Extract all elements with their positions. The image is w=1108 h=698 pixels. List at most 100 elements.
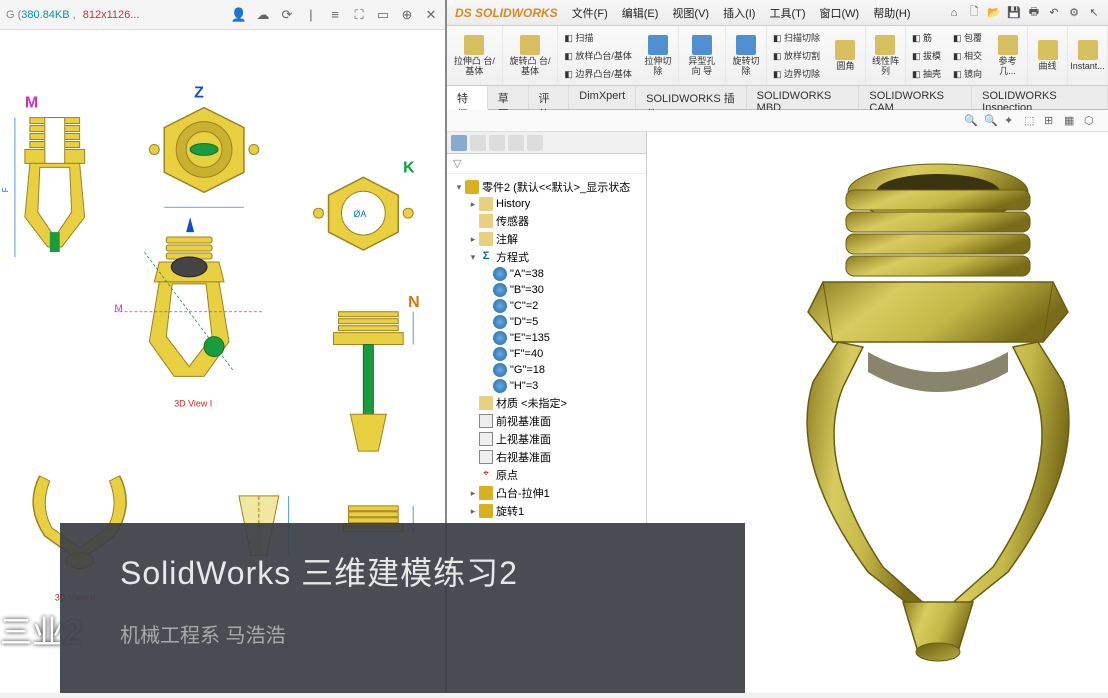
ft-tab-dim-icon[interactable] [508,135,524,151]
ft-tab-property-icon[interactable] [470,135,486,151]
tree-root-part[interactable]: ▾零件2 (默认<<默认>_显示状态 [449,178,644,196]
menu-item[interactable]: 窗口(W) [814,2,866,24]
ribbon-small-button[interactable]: ◧ 边界切除 [771,66,822,81]
command-tab[interactable]: DimXpert [569,86,636,109]
label-m: M [25,95,38,112]
tree-item[interactable]: 传感器 [449,212,644,230]
tree-item[interactable]: ⌖原点 [449,466,644,484]
svg-text:F: F [1,187,10,192]
overlay-title: SolidWorks 三维建模练习2 [120,548,705,594]
svg-text:3D View I: 3D View I [174,398,212,408]
command-tab[interactable]: SOLIDWORKS 插件 [636,86,747,109]
ft-tab-config-icon[interactable] [489,135,505,151]
ft-tab-display-icon[interactable] [527,135,543,151]
fillet-button[interactable]: 圆角 [826,26,866,85]
label-z: Z [194,85,204,102]
command-tab[interactable]: SOLIDWORKS Inspection [972,86,1108,109]
sprinkler-model [708,162,1088,662]
view-icon[interactable]: ▦ [1064,114,1078,128]
command-tab[interactable]: 草图 [488,86,529,109]
view-icon[interactable]: ⊞ [1044,114,1058,128]
ribbon-small-button[interactable]: ◧ 边界凸台/基体 [562,66,634,81]
open-icon[interactable]: 📂 [986,5,1002,21]
tree-item[interactable]: 前视基准面 [449,412,644,430]
linear-pattern-button[interactable]: 线性阵列 [866,26,906,85]
view-icon[interactable]: ⬚ [1024,114,1038,128]
revolve-boss-button[interactable]: 旋转凸 台/基体 [503,26,559,85]
tree-item[interactable]: "E"=135 [449,330,644,346]
ref-geometry-button[interactable]: 参考几... [988,26,1028,85]
sync-icon[interactable]: ⟳ [279,7,295,23]
ribbon-small-button[interactable]: ◧ 抽壳 [910,66,943,81]
menu-item[interactable]: 视图(V) [666,2,715,24]
tree-item[interactable]: "F"=40 [449,346,644,362]
tree-item[interactable]: ▸History [449,196,644,212]
ribbon-small-button[interactable]: ◧ 镜向 [951,66,984,81]
list-icon[interactable]: ≡ [327,7,343,23]
ribbon-small-button[interactable]: ◧ 放样切割 [771,48,822,63]
tree-item[interactable]: "H"=3 [449,378,644,394]
view-icon[interactable]: ✦ [1004,114,1018,128]
menu-bar: 文件(F)编辑(E)视图(V)插入(I)工具(T)窗口(W)帮助(H) [566,2,917,24]
command-tab[interactable]: 特征 [447,86,488,110]
save-icon[interactable]: 💾 [1006,5,1022,21]
user-icon[interactable]: 👤 [231,7,247,23]
command-tab[interactable]: SOLIDWORKS CAM [859,86,972,109]
svg-text:ØA: ØA [353,209,366,219]
options-icon[interactable]: ⚙ [1066,5,1082,21]
tree-item[interactable]: ▸旋转1 [449,502,644,520]
command-tab[interactable]: SOLIDWORKS MBD [747,86,860,109]
tree-item[interactable]: 材质 <未指定> [449,394,644,412]
title-overlay: SolidWorks 三维建模练习2 机械工程系 马浩浩 [60,523,745,693]
file-info-label: G (380.84KB , 812x1126... [6,9,139,21]
menu-item[interactable]: 文件(F) [566,2,614,24]
view-icon[interactable]: ⬡ [1084,114,1098,128]
extrude-boss-button[interactable]: 拉伸凸 台/基体 [447,26,503,85]
menu-item[interactable]: 工具(T) [763,2,811,24]
new-icon[interactable]: 🗋 [966,5,982,21]
ribbon-small-button[interactable]: ◧ 包覆 [951,30,984,45]
undo-icon[interactable]: ↶ [1046,5,1062,21]
menu-item[interactable]: 帮助(H) [867,2,916,24]
cursor-icon[interactable]: ↖ [1086,5,1102,21]
tree-item[interactable]: "A"=38 [449,266,644,282]
ribbon-small-button[interactable]: ◧ 筋 [910,30,943,45]
ribbon-small-button[interactable]: ◧ 相交 [951,48,984,63]
menu-item[interactable]: 编辑(E) [616,2,665,24]
tree-item[interactable]: "G"=18 [449,362,644,378]
ribbon-small-button[interactable]: ◧ 扫描切除 [771,30,822,45]
zoom-icon[interactable]: ⊕ [399,7,415,23]
cloud-icon[interactable]: ☁ [255,7,271,23]
home-icon[interactable]: ⌂ [946,5,962,21]
ribbon-small-button[interactable]: ◧ 放样凸台/基体 [562,48,634,63]
command-tabs: 特征草图评估DimXpertSOLIDWORKS 插件SOLIDWORKS MB… [447,86,1108,110]
menu-item[interactable]: 插入(I) [717,2,761,24]
tree-item[interactable]: ▸注解 [449,230,644,248]
instant3d-button[interactable]: Instant... [1068,26,1108,85]
tree-item[interactable]: "D"=5 [449,314,644,330]
tree-item[interactable]: ▾Σ方程式 [449,248,644,266]
curves-button[interactable]: 曲线 [1028,26,1068,85]
view-icon[interactable]: 🔍 [964,114,978,128]
extrude-cut-button[interactable]: 拉伸切 除 [638,26,679,85]
view-toolbar: 🔍 🔍 ✦ ⬚ ⊞ ▦ ⬡ [447,110,1108,132]
ribbon-small-button[interactable]: ◧ 拔模 [910,48,943,63]
ribbon-small-button[interactable]: ◧ 扫描 [562,30,634,45]
view-icon[interactable]: 🔍 [984,114,998,128]
tree-item[interactable]: "C"=2 [449,298,644,314]
tree-item[interactable]: 上视基准面 [449,430,644,448]
close-icon[interactable]: ✕ [423,7,439,23]
command-tab[interactable]: 评估 [529,86,570,109]
fit-icon[interactable]: ▭ [375,7,391,23]
ft-tab-feature-icon[interactable] [451,135,467,151]
ribbon-features: 拉伸凸 台/基体 旋转凸 台/基体 ◧ 扫描 ◧ 放样凸台/基体 ◧ 边界凸台/基体… [447,26,1108,86]
revolve-cut-button[interactable]: 旋转切 除 [726,26,767,85]
hole-wizard-button[interactable]: 异型孔向 导 [679,26,726,85]
tree-item[interactable]: ▸凸台-拉伸1 [449,484,644,502]
tree-item[interactable]: 右视基准面 [449,448,644,466]
fullscreen-icon[interactable]: ⛶ [351,7,367,23]
print-icon[interactable]: 🖶 [1026,5,1042,21]
tree-item[interactable]: "B"=30 [449,282,644,298]
feature-tree-filter[interactable]: ▽ [447,154,646,174]
label-n: N [408,294,420,311]
